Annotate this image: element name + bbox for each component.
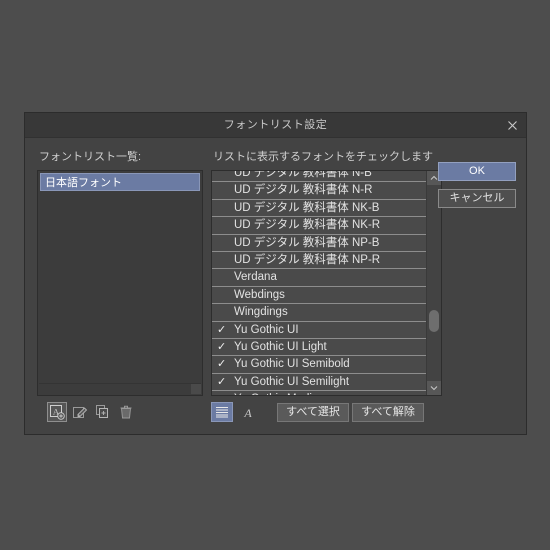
font-checklist[interactable]: UD デジタル 教科書体 N-B UD デジタル 教科書体 N-R UD デジタル …: [211, 170, 442, 396]
scrollbar-thumb[interactable]: [429, 310, 439, 333]
font-checklist-row[interactable]: Yu Gothic Medium: [212, 391, 427, 395]
checkmark-icon: ✓: [217, 358, 227, 371]
font-checklist-row[interactable]: UD デジタル 教科書体 N-B: [212, 170, 427, 183]
cancel-button[interactable]: キャンセル: [438, 189, 516, 208]
scroll-down-button[interactable]: [427, 381, 441, 395]
scrollbar-corner: [191, 384, 201, 394]
font-list-collection-label: フォントリスト一覧:: [39, 151, 142, 163]
font-name-label: UD デジタル 教科書体 NP-B: [234, 236, 380, 249]
chevron-up-icon: [430, 175, 438, 180]
font-checklist-row[interactable]: Webdings: [212, 286, 427, 305]
font-name-label: UD デジタル 教科書体 NK-B: [234, 201, 380, 214]
dialog-action-buttons: OK キャンセル: [438, 162, 516, 216]
delete-font-list-button[interactable]: [116, 402, 136, 422]
font-checklist-row[interactable]: ✓ Yu Gothic UI: [212, 321, 427, 339]
checkmark-icon: ✓: [217, 375, 227, 388]
selection-buttons: すべて選択 すべて解除: [277, 402, 424, 422]
font-checklist-row[interactable]: UD デジタル 教科書体 N-R: [212, 182, 427, 200]
font-list-collection-hscrollbar[interactable]: [39, 383, 201, 394]
dialog-titlebar: フォントリスト設定: [25, 113, 526, 138]
font-name-label: UD デジタル 教科書体 NK-R: [234, 219, 381, 232]
svg-text:A: A: [243, 406, 252, 419]
font-checklist-row[interactable]: Wingdings: [212, 304, 427, 322]
checkmark-icon: ✓: [217, 323, 227, 336]
font-list-collection-toolbar: A: [47, 402, 136, 422]
font-name-label: Yu Gothic UI Semilight: [234, 375, 350, 388]
pencil-edit-icon: [72, 406, 87, 418]
font-list-collection-item[interactable]: 日本語フォント: [40, 173, 200, 191]
font-name-label: UD デジタル 教科書体 N-R: [234, 184, 373, 197]
font-list-collection-panel: フォントリスト一覧: 日本語フォント A: [37, 148, 203, 426]
close-glyph: [507, 120, 517, 130]
font-checklist-row[interactable]: ✓ Yu Gothic UI Semibold: [212, 356, 427, 374]
font-name-label: Wingdings: [234, 306, 288, 319]
font-checklist-row[interactable]: UD デジタル 教科書体 NK-B: [212, 199, 427, 218]
close-icon[interactable]: [500, 115, 524, 135]
script-a-icon: A: [243, 406, 252, 419]
font-list-settings-dialog: フォントリスト設定 フォントリスト一覧: 日本語フォント A リストに表示するフ…: [24, 112, 527, 435]
font-checklist-row[interactable]: Verdana: [212, 269, 427, 287]
font-name-label: Yu Gothic Medium: [234, 393, 328, 395]
font-name-label: Yu Gothic UI Light: [234, 340, 327, 353]
font-checklist-row[interactable]: UD デジタル 教科書体 NK-R: [212, 217, 427, 235]
font-name-label: Verdana: [234, 271, 277, 284]
deselect-all-button[interactable]: すべて解除: [352, 402, 424, 422]
font-name-label: Yu Gothic UI Semibold: [234, 358, 350, 371]
list-lines-icon: [216, 406, 228, 418]
font-checklist-row[interactable]: ✓ Yu Gothic UI Semilight: [212, 373, 427, 392]
duplicate-font-list-button[interactable]: [93, 402, 113, 422]
checkmark-icon: ✓: [217, 340, 227, 353]
font-name-label: UD デジタル 教科書体 N-B: [234, 170, 372, 179]
add-font-list-button[interactable]: A: [47, 402, 67, 422]
font-preview-toggle[interactable]: A: [237, 402, 259, 422]
font-list-collection-items: 日本語フォント: [38, 173, 202, 191]
list-view-toggle[interactable]: [211, 402, 233, 422]
font-checklist-row[interactable]: UD デジタル 教科書体 NP-B: [212, 234, 427, 252]
font-checklist-toolbar: A すべて選択 すべて解除: [211, 402, 424, 422]
dialog-body: フォントリスト一覧: 日本語フォント A リストに表示するフォントをチェックしま…: [25, 138, 526, 434]
font-checklist-row[interactable]: ✓ Yu Gothic UI Light: [212, 338, 427, 357]
duplicate-icon: [95, 404, 108, 418]
font-list-collection-listbox[interactable]: 日本語フォント: [37, 170, 203, 396]
font-add-icon: A: [49, 404, 65, 420]
font-checklist-row[interactable]: UD デジタル 教科書体 NP-R: [212, 251, 427, 270]
dialog-title: フォントリスト設定: [223, 119, 328, 131]
select-all-button[interactable]: すべて選択: [277, 402, 349, 422]
font-name-label: Yu Gothic UI: [234, 323, 299, 336]
font-name-label: UD デジタル 教科書体 NP-R: [234, 253, 381, 266]
trash-icon: [120, 405, 131, 418]
font-name-label: Webdings: [234, 288, 285, 301]
font-checklist-rows: UD デジタル 教科書体 N-B UD デジタル 教科書体 N-R UD デジタル …: [212, 170, 427, 395]
ok-button[interactable]: OK: [438, 162, 516, 181]
chevron-down-icon: [430, 386, 438, 391]
edit-font-list-button[interactable]: [70, 402, 90, 422]
